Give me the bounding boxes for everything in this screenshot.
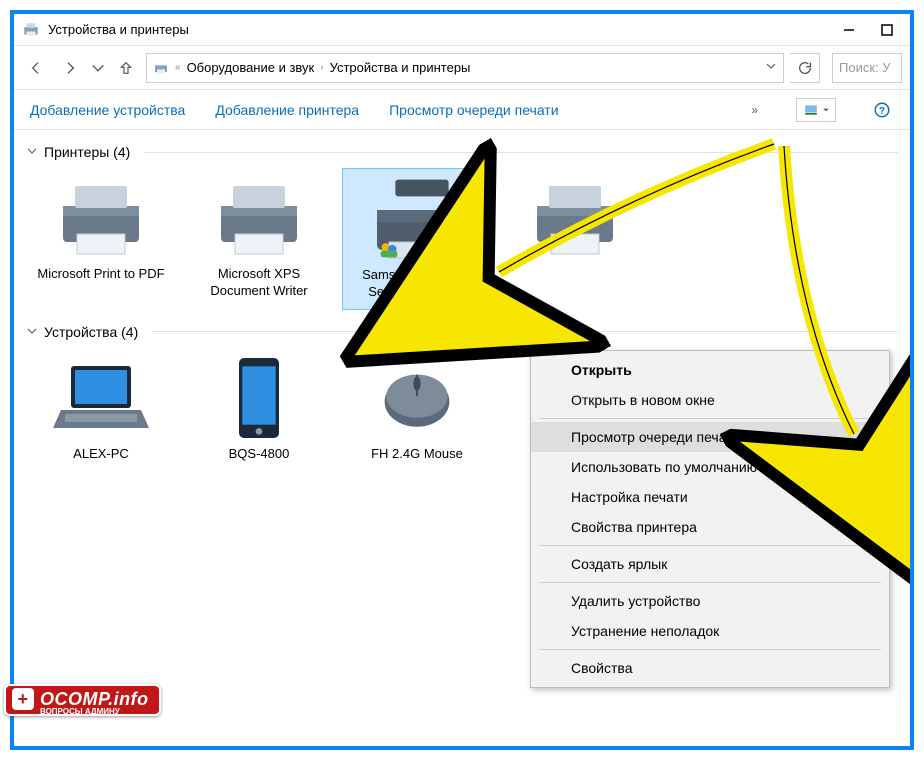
printer-item[interactable]: Microsoft Print to PDF bbox=[26, 168, 176, 310]
phone-icon bbox=[209, 356, 309, 440]
chevron-down-icon bbox=[26, 324, 38, 340]
ctx-set-default[interactable]: Использовать по умолчанию bbox=[531, 452, 889, 482]
chevron-left-icon: « bbox=[175, 62, 181, 73]
ctx-properties[interactable]: Свойства bbox=[531, 653, 889, 683]
item-label: Microsoft Print to PDF bbox=[37, 266, 164, 283]
chevron-down-icon bbox=[26, 144, 38, 160]
breadcrumb-item[interactable]: Устройства и принтеры bbox=[330, 60, 471, 75]
navbar: « Оборудование и звук › Устройства и при… bbox=[14, 46, 910, 90]
toolbar-overflow-button[interactable]: » bbox=[751, 103, 758, 117]
device-item[interactable]: ALEX-PC bbox=[26, 348, 176, 471]
printer-icon bbox=[209, 176, 309, 260]
back-button[interactable] bbox=[22, 54, 50, 82]
titlebar: Устройства и принтеры bbox=[14, 14, 910, 46]
item-label: Samsung ML-1860 Series (USB001) bbox=[349, 267, 485, 301]
watermark-subtitle: ВОПРОСЫ АДМИНУ bbox=[40, 707, 120, 716]
toolbar: Добавление устройства Добавление принтер… bbox=[14, 90, 910, 130]
view-print-queue-button[interactable]: Просмотр очереди печати bbox=[389, 102, 558, 118]
chevron-right-icon: › bbox=[320, 62, 323, 73]
add-device-button[interactable]: Добавление устройства bbox=[30, 102, 185, 118]
ctx-troubleshoot[interactable]: Устранение неполадок bbox=[531, 616, 889, 646]
address-bar[interactable]: « Оборудование и звук › Устройства и при… bbox=[146, 53, 784, 83]
printer-icon bbox=[51, 176, 151, 260]
maximize-button[interactable] bbox=[872, 20, 902, 40]
help-button[interactable]: ? bbox=[870, 98, 894, 122]
context-menu: Открыть Открыть в новом окне Просмотр оч… bbox=[530, 350, 890, 688]
ctx-open-new-window[interactable]: Открыть в новом окне bbox=[531, 385, 889, 415]
devices-printers-icon bbox=[22, 21, 40, 39]
add-printer-button[interactable]: Добавление принтера bbox=[215, 102, 359, 118]
item-label: ALEX-PC bbox=[73, 446, 129, 463]
printers-items: Microsoft Print to PDF Microsoft XPS Doc… bbox=[26, 168, 898, 310]
ctx-remove-device[interactable]: Удалить устройство bbox=[531, 586, 889, 616]
breadcrumb-item[interactable]: Оборудование и звук bbox=[187, 60, 315, 75]
up-button[interactable] bbox=[112, 54, 140, 82]
refresh-button[interactable] bbox=[790, 53, 820, 83]
devices-printers-icon bbox=[153, 60, 169, 76]
minimize-button[interactable] bbox=[834, 20, 864, 40]
printer-icon bbox=[525, 176, 625, 260]
plus-icon: + bbox=[12, 688, 34, 710]
chevron-down-icon[interactable] bbox=[765, 60, 777, 75]
item-label: FH 2.4G Mouse bbox=[371, 446, 463, 463]
ctx-print-setup[interactable]: Настройка печати bbox=[531, 482, 889, 512]
item-label: Microsoft XPS Document Writer bbox=[190, 266, 328, 300]
search-input[interactable]: Поиск: У bbox=[832, 53, 902, 83]
device-item[interactable]: BQS-4800 bbox=[184, 348, 334, 471]
ctx-create-shortcut[interactable]: Создать ярлык bbox=[531, 549, 889, 579]
watermark: + OCOMP.info ВОПРОСЫ АДМИНУ bbox=[4, 684, 161, 716]
laptop-icon bbox=[51, 356, 151, 440]
view-mode-button[interactable] bbox=[796, 98, 836, 122]
printer-icon bbox=[367, 177, 467, 261]
ctx-printer-properties[interactable]: Свойства принтера bbox=[531, 512, 889, 542]
printer-item-selected[interactable]: Samsung ML-1860 Series (USB001) bbox=[342, 168, 492, 310]
group-label: Принтеры (4) bbox=[44, 144, 130, 160]
svg-text:?: ? bbox=[879, 105, 885, 116]
window-title: Устройства и принтеры bbox=[48, 22, 826, 37]
recent-locations-button[interactable] bbox=[90, 54, 106, 82]
item-label: BQS-4800 bbox=[229, 446, 290, 463]
printer-item[interactable] bbox=[500, 168, 650, 310]
window: Устройства и принтеры « Оборудование и з… bbox=[10, 10, 914, 750]
device-item[interactable]: FH 2.4G Mouse bbox=[342, 348, 492, 471]
group-label: Устройства (4) bbox=[44, 324, 138, 340]
group-header-devices[interactable]: Устройства (4) bbox=[26, 324, 898, 340]
ctx-open[interactable]: Открыть bbox=[531, 355, 889, 385]
search-placeholder: Поиск: У bbox=[839, 60, 891, 75]
shared-badge-icon bbox=[379, 239, 399, 259]
mouse-icon bbox=[367, 356, 467, 440]
group-header-printers[interactable]: Принтеры (4) bbox=[26, 144, 898, 160]
forward-button[interactable] bbox=[56, 54, 84, 82]
ctx-view-queue[interactable]: Просмотр очереди печати bbox=[531, 422, 889, 452]
printer-item[interactable]: Microsoft XPS Document Writer bbox=[184, 168, 334, 310]
